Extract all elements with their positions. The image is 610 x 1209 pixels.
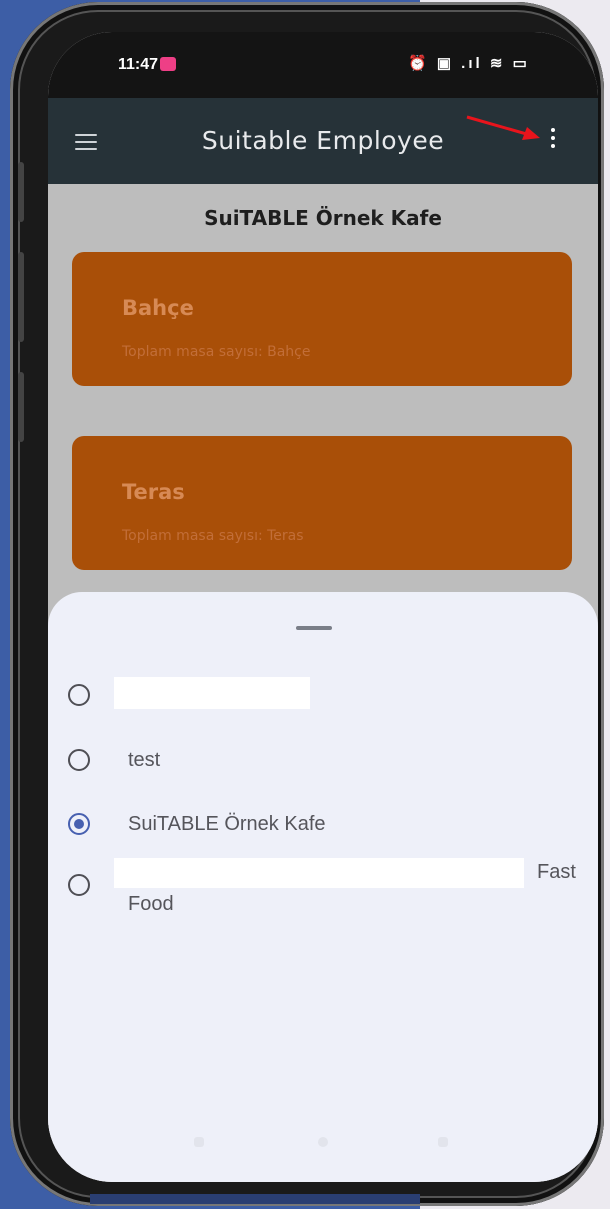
- area-name: Bahçe: [122, 296, 194, 320]
- app-bar: Suitable Employee: [48, 98, 598, 184]
- area-name: Teras: [122, 480, 185, 504]
- status-icons: ⏰ ▣ .ıl ≋ ▭: [408, 55, 530, 72]
- nav-back-icon[interactable]: [438, 1137, 448, 1147]
- phone-side-button: [18, 162, 24, 222]
- phone-volume-button: [18, 252, 24, 342]
- notification-icon: [160, 57, 176, 71]
- app-title: Suitable Employee: [201, 126, 445, 155]
- area-subtitle: Toplam masa sayısı: Bahçe: [122, 344, 311, 360]
- radio-option-test[interactable]: test: [68, 747, 578, 787]
- phone-screen: 11:47 ⏰ ▣ .ıl ≋ ▭ Suitable Employee SuiT…: [48, 32, 598, 1182]
- phone-power-button: [18, 372, 24, 442]
- radio-button[interactable]: [68, 749, 90, 771]
- radio-button[interactable]: [68, 684, 90, 706]
- nav-recents-icon[interactable]: [194, 1137, 204, 1147]
- radio-label-line1: Fast: [537, 861, 576, 883]
- bottom-sheet: test SuiTABLE Örnek Kafe Fast Food: [48, 592, 598, 1182]
- bottom-strip: [90, 1194, 420, 1204]
- area-card-bahce[interactable]: Bahçe Toplam masa sayısı: Bahçe: [72, 252, 572, 386]
- radio-option-1[interactable]: [68, 677, 578, 722]
- radio-label-line2: Food: [128, 893, 174, 915]
- radio-option-fast-food[interactable]: Fast Food: [68, 858, 578, 952]
- status-bar: 11:47 ⏰ ▣ .ıl ≋ ▭: [48, 32, 598, 98]
- status-time: 11:47: [118, 56, 159, 73]
- radio-label: test: [128, 749, 161, 771]
- redacted-label: [114, 677, 310, 709]
- redacted-label: [114, 858, 524, 888]
- radio-button[interactable]: [68, 874, 90, 896]
- radio-button-selected[interactable]: [68, 813, 90, 835]
- radio-option-suitable-ornek-kafe[interactable]: SuiTABLE Örnek Kafe: [68, 811, 578, 851]
- area-card-teras[interactable]: Teras Toplam masa sayısı: Teras: [72, 436, 572, 570]
- area-subtitle: Toplam masa sayısı: Teras: [122, 528, 304, 544]
- cafe-title: SuiTABLE Örnek Kafe: [204, 206, 442, 230]
- drag-handle[interactable]: [296, 626, 332, 630]
- phone-frame: 11:47 ⏰ ▣ .ıl ≋ ▭ Suitable Employee SuiT…: [10, 2, 604, 1206]
- nav-home-icon[interactable]: [318, 1137, 328, 1147]
- radio-label: SuiTABLE Örnek Kafe: [128, 813, 326, 835]
- more-vert-icon[interactable]: [548, 128, 558, 156]
